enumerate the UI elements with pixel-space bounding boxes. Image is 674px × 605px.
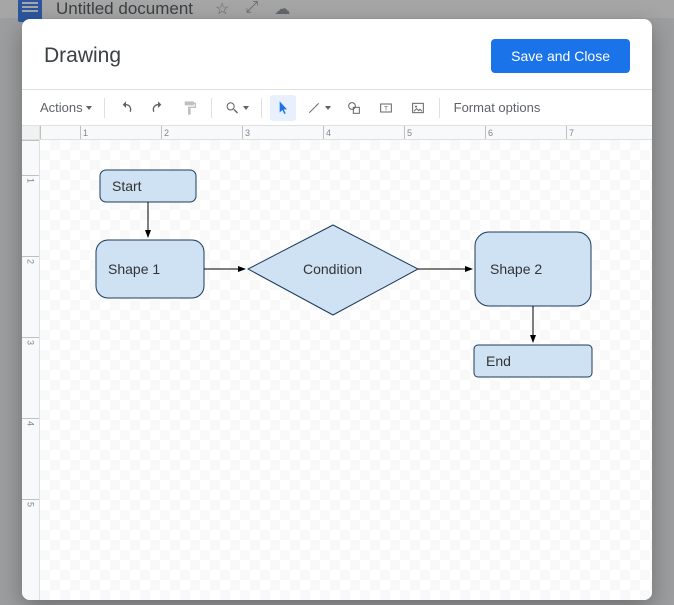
zoom-icon: [224, 100, 240, 116]
shape-end-label: End: [486, 353, 511, 369]
ruler-tick: [40, 126, 80, 139]
ruler-tick: 7: [566, 126, 647, 139]
textbox-tool[interactable]: T: [373, 95, 399, 121]
ruler-tick: 5: [404, 126, 485, 139]
undo-button[interactable]: [113, 95, 139, 121]
shape-2-label: Shape 2: [490, 261, 542, 277]
redo-button[interactable]: [145, 95, 171, 121]
drawing-toolbar: Actions T: [22, 90, 652, 126]
paint-format-button[interactable]: [177, 95, 203, 121]
format-options-button[interactable]: Format options: [454, 100, 541, 115]
line-icon: [306, 100, 322, 116]
drawing-canvas[interactable]: Start Shape 1 Condition Shape 2: [40, 140, 652, 600]
zoom-menu[interactable]: [220, 95, 253, 121]
separator: [261, 98, 262, 118]
dialog-title: Drawing: [44, 44, 121, 68]
separator: [439, 98, 440, 118]
ruler-horizontal: 1 2 3 4 5 6 7: [40, 126, 652, 140]
caret-icon: [325, 106, 331, 110]
undo-icon: [118, 100, 134, 116]
cursor-icon: [275, 100, 291, 116]
ruler-tick: 3: [242, 126, 323, 139]
ruler-tick: 2: [22, 256, 39, 337]
shape-tool[interactable]: [341, 95, 367, 121]
ruler-tick: 3: [22, 337, 39, 418]
select-tool[interactable]: [270, 95, 296, 121]
caret-icon: [86, 106, 92, 110]
ruler-tick: 2: [161, 126, 242, 139]
drawing-svg: Start Shape 1 Condition Shape 2: [40, 140, 652, 600]
shape-icon: [346, 100, 362, 116]
ruler-vertical: 1 2 3 4 5: [22, 140, 40, 600]
image-icon: [410, 100, 426, 116]
image-tool[interactable]: [405, 95, 431, 121]
ruler-corner: [22, 126, 40, 140]
shape-1-label: Shape 1: [108, 261, 160, 277]
save-and-close-button[interactable]: Save and Close: [491, 39, 630, 73]
separator: [211, 98, 212, 118]
ruler-tick: 4: [323, 126, 404, 139]
drawing-dialog: Drawing Save and Close Actions: [22, 19, 652, 600]
textbox-icon: T: [378, 100, 394, 116]
redo-icon: [150, 100, 166, 116]
caret-icon: [243, 106, 249, 110]
svg-text:T: T: [384, 105, 388, 112]
actions-menu[interactable]: Actions: [36, 95, 96, 121]
ruler-tick: [22, 140, 39, 175]
ruler-tick: 4: [22, 418, 39, 499]
actions-label: Actions: [40, 100, 83, 115]
dialog-header: Drawing Save and Close: [22, 19, 652, 90]
paint-format-icon: [182, 100, 198, 116]
separator: [104, 98, 105, 118]
line-tool[interactable]: [302, 95, 335, 121]
canvas-area: 1 2 3 4 5 6 7 1 2 3 4 5: [22, 126, 652, 600]
ruler-tick: 1: [22, 175, 39, 256]
ruler-tick: 5: [22, 499, 39, 580]
ruler-tick: 1: [80, 126, 161, 139]
shape-start-label: Start: [112, 178, 142, 194]
ruler-tick: 6: [485, 126, 566, 139]
shape-condition-label: Condition: [303, 261, 362, 277]
